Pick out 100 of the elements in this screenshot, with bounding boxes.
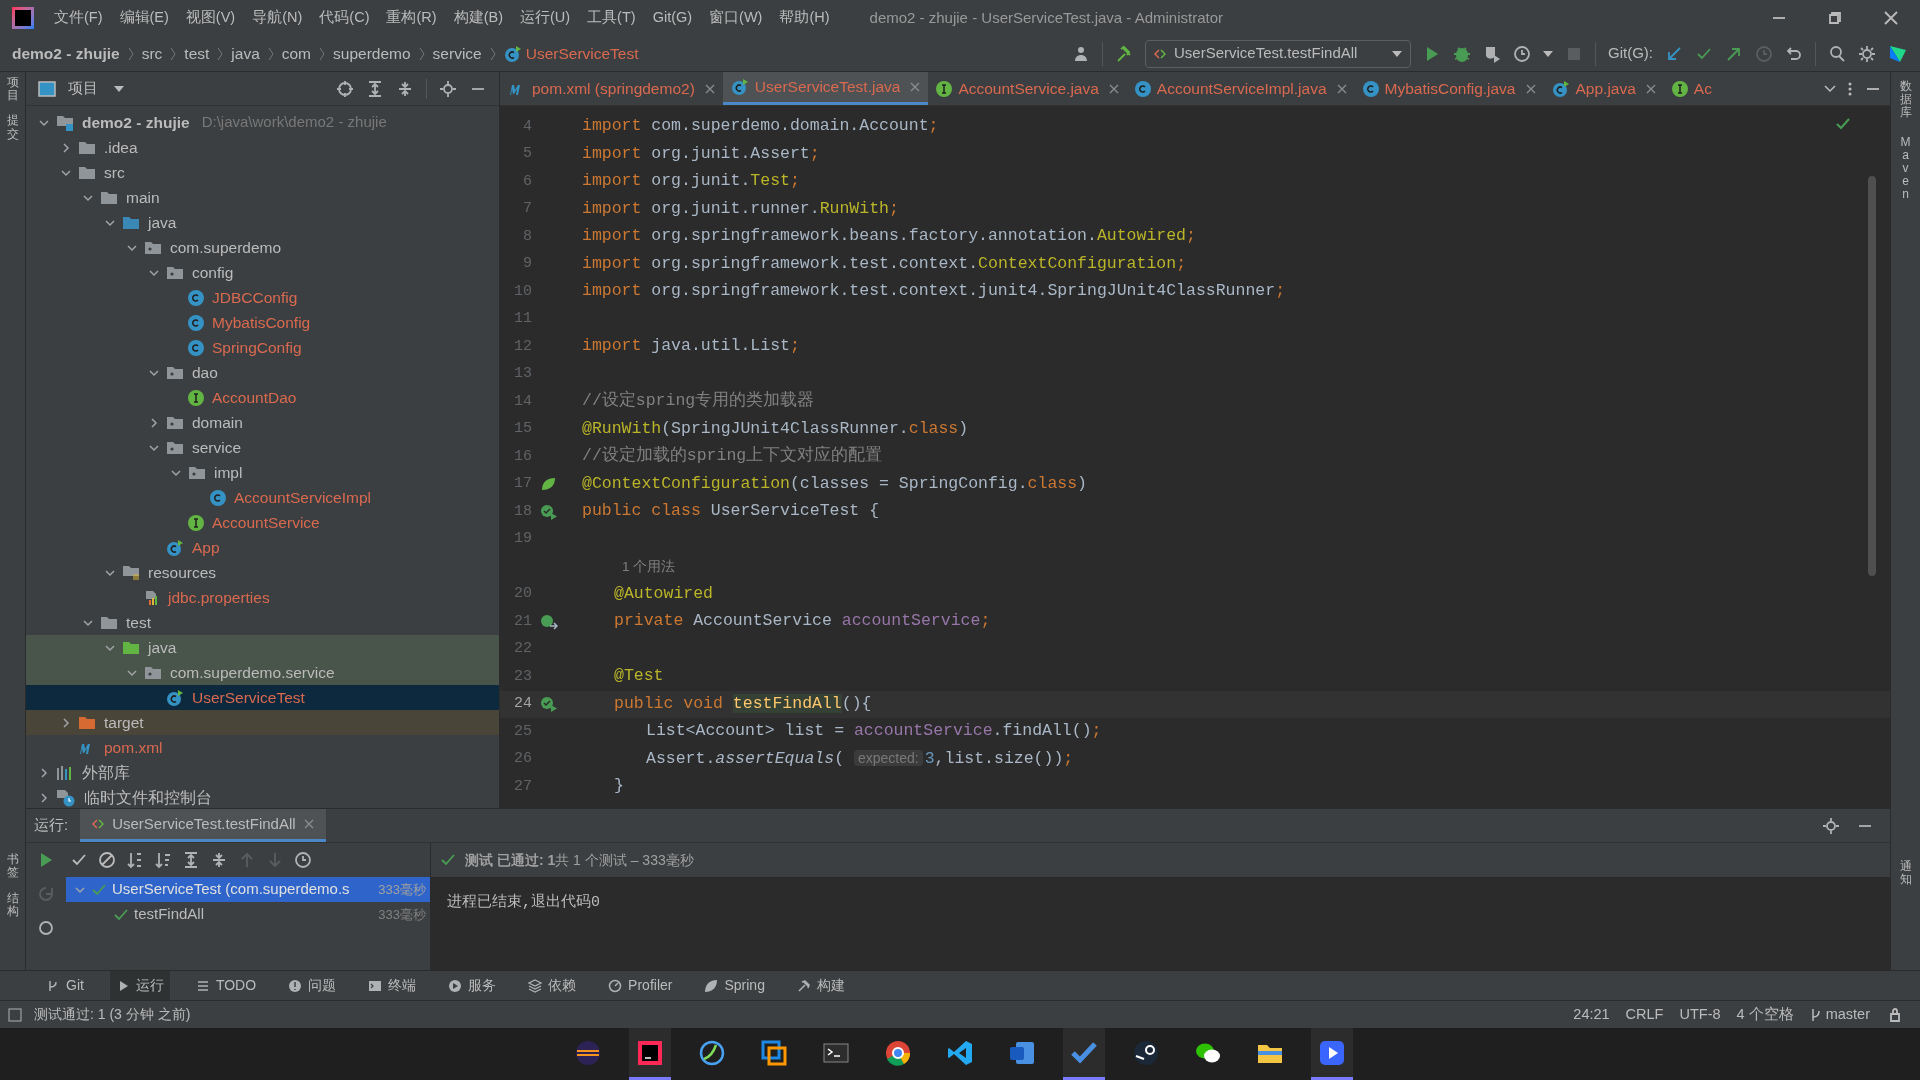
chevron-right-icon[interactable] (38, 766, 50, 779)
tree-item[interactable]: resources (26, 560, 499, 585)
chevron-right-icon[interactable] (38, 791, 50, 804)
tool-window-tab[interactable]: 构建 (790, 971, 851, 1000)
tree-item[interactable]: com.superdemo (26, 235, 499, 260)
tree-item[interactable]: main (26, 185, 499, 210)
chevron-right-icon[interactable] (60, 141, 72, 154)
settings-icon[interactable] (439, 79, 457, 98)
tool-window-tab[interactable]: 依赖 (522, 971, 583, 1000)
search-icon[interactable] (1828, 44, 1846, 63)
status-item[interactable]: CRLF (1625, 1003, 1664, 1026)
scrollbar-thumb[interactable] (1868, 176, 1876, 576)
panel-toggle-icon[interactable] (8, 1007, 22, 1022)
close-icon[interactable] (1645, 83, 1656, 94)
collapse-all-icon[interactable] (396, 79, 414, 98)
settings-icon[interactable] (1858, 44, 1876, 63)
tree-item[interactable]: SpringConfig (26, 335, 499, 360)
expand-all-icon[interactable] (366, 79, 384, 98)
tool-window-button[interactable]: 数据库 (1899, 80, 1912, 120)
tree-item[interactable]: dao (26, 360, 499, 385)
tree-item[interactable]: service (26, 435, 499, 460)
tree-item[interactable]: com.superdemo.service (26, 660, 499, 685)
editor-tab[interactable]: App.java (1543, 72, 1664, 105)
tree-item[interactable]: domain (26, 410, 499, 435)
menu-item[interactable]: Git(G) (652, 7, 693, 29)
tool-window-button[interactable]: 项目 (6, 76, 19, 103)
tool-window-button[interactable]: 提交 (6, 114, 19, 141)
close-icon[interactable] (1882, 9, 1900, 27)
editor-tab[interactable]: AccountService.java (928, 72, 1127, 105)
test-tree-item[interactable]: UserServiceTest (com.superdemo.s 333毫秒 (66, 877, 430, 902)
user-icon[interactable] (1072, 44, 1090, 63)
tool-window-tab[interactable]: 运行 (109, 971, 170, 1000)
tree-item[interactable]: App (26, 535, 499, 560)
tree-item[interactable]: test (26, 610, 499, 635)
git-branch-widget[interactable]: master (1809, 1003, 1870, 1026)
coverage-icon[interactable] (1483, 44, 1501, 63)
tree-item[interactable]: JDBCConfig (26, 285, 499, 310)
breadcrumb-item[interactable]: service (432, 41, 482, 66)
editor-tab[interactable]: pom.xml (springdemo2) (500, 72, 723, 105)
menu-item[interactable]: 帮助(H) (779, 7, 830, 29)
usage-hint[interactable]: 1 个用法 (622, 556, 676, 577)
update-arrow-icon[interactable] (1665, 44, 1683, 63)
close-icon[interactable] (1108, 83, 1119, 94)
run-configuration-dropdown[interactable]: UserServiceTest.testFindAll (1145, 39, 1411, 68)
tree-item[interactable]: impl (26, 460, 499, 485)
close-icon[interactable] (704, 83, 715, 94)
tree-item[interactable]: demo2 - zhujie D:\java\work\demo2 - zhujie (26, 110, 499, 135)
panel-title[interactable]: 项目 (68, 77, 98, 100)
more-dots-icon[interactable] (1848, 81, 1852, 96)
chevron-down-icon[interactable] (1824, 84, 1836, 93)
toolbox-logo-icon[interactable] (1888, 43, 1908, 64)
tree-item[interactable]: AccountServiceImpl (26, 485, 499, 510)
history-clock-icon[interactable] (294, 851, 312, 869)
tree-item[interactable]: MybatisConfig (26, 310, 499, 335)
run-test-icon[interactable] (540, 696, 558, 713)
breadcrumb-item[interactable]: superdemo (333, 41, 411, 66)
hammer-icon[interactable] (1115, 44, 1133, 63)
breadcrumb-item[interactable]: src (141, 41, 163, 66)
status-item[interactable]: 4 个空格 (1736, 1003, 1794, 1026)
sort-alpha-icon[interactable] (126, 851, 144, 869)
tree-item[interactable]: config (26, 260, 499, 285)
menu-item[interactable]: 编辑(E) (119, 7, 169, 29)
dropdown-caret-icon[interactable] (114, 85, 124, 92)
dropdown-caret-icon[interactable] (1543, 50, 1553, 57)
tool-window-tab[interactable]: Git (40, 971, 90, 1000)
tool-window-button[interactable]: Maven (1899, 135, 1912, 202)
collapse-all-icon[interactable] (210, 851, 228, 869)
tree-item[interactable]: 外部库 (26, 760, 499, 785)
taskbar-button[interactable] (1311, 1028, 1353, 1080)
bean-navigate-icon[interactable] (540, 613, 558, 630)
menu-item[interactable]: 代码(C) (319, 7, 370, 29)
tree-item[interactable]: .idea (26, 135, 499, 160)
locate-target-icon[interactable] (336, 79, 354, 98)
breadcrumb-item[interactable]: demo2 - zhujie (12, 41, 120, 66)
tree-item[interactable]: 临时文件和控制台 (26, 785, 499, 808)
tree-item[interactable]: AccountService (26, 510, 499, 535)
tree-item[interactable]: java (26, 635, 499, 660)
menu-item[interactable]: 文件(F) (54, 7, 103, 29)
tree-item[interactable]: java (26, 210, 499, 235)
breadcrumb-item[interactable]: com (281, 41, 312, 66)
expand-all-icon[interactable] (182, 851, 200, 869)
editor-tab[interactable]: Ac (1663, 72, 1720, 105)
sort-duration-icon[interactable] (154, 851, 172, 869)
run-test-icon[interactable] (540, 503, 558, 520)
chevron-right-icon[interactable] (148, 416, 160, 429)
close-icon[interactable] (303, 819, 314, 829)
tree-item[interactable]: pom.xml (26, 735, 499, 760)
tree-item[interactable]: AccountDao (26, 385, 499, 410)
tool-window-tab[interactable]: TODO (189, 971, 263, 1000)
close-icon[interactable] (910, 82, 921, 92)
tool-window-button[interactable]: 通知 (1899, 859, 1912, 886)
breadcrumb-item[interactable]: java (231, 41, 260, 66)
leaf-icon[interactable] (540, 477, 556, 492)
inspection-ok-check-icon[interactable] (1836, 118, 1850, 130)
menu-item[interactable]: 视图(V) (185, 7, 236, 29)
editor-tab[interactable]: MybatisConfig.java (1354, 72, 1544, 105)
menu-item[interactable]: 工具(T) (587, 7, 636, 29)
tool-window-tab[interactable]: Profiler (602, 971, 679, 1000)
editor-tab[interactable]: AccountServiceImpl.java (1126, 72, 1355, 105)
menu-item[interactable]: 运行(U) (519, 7, 571, 29)
